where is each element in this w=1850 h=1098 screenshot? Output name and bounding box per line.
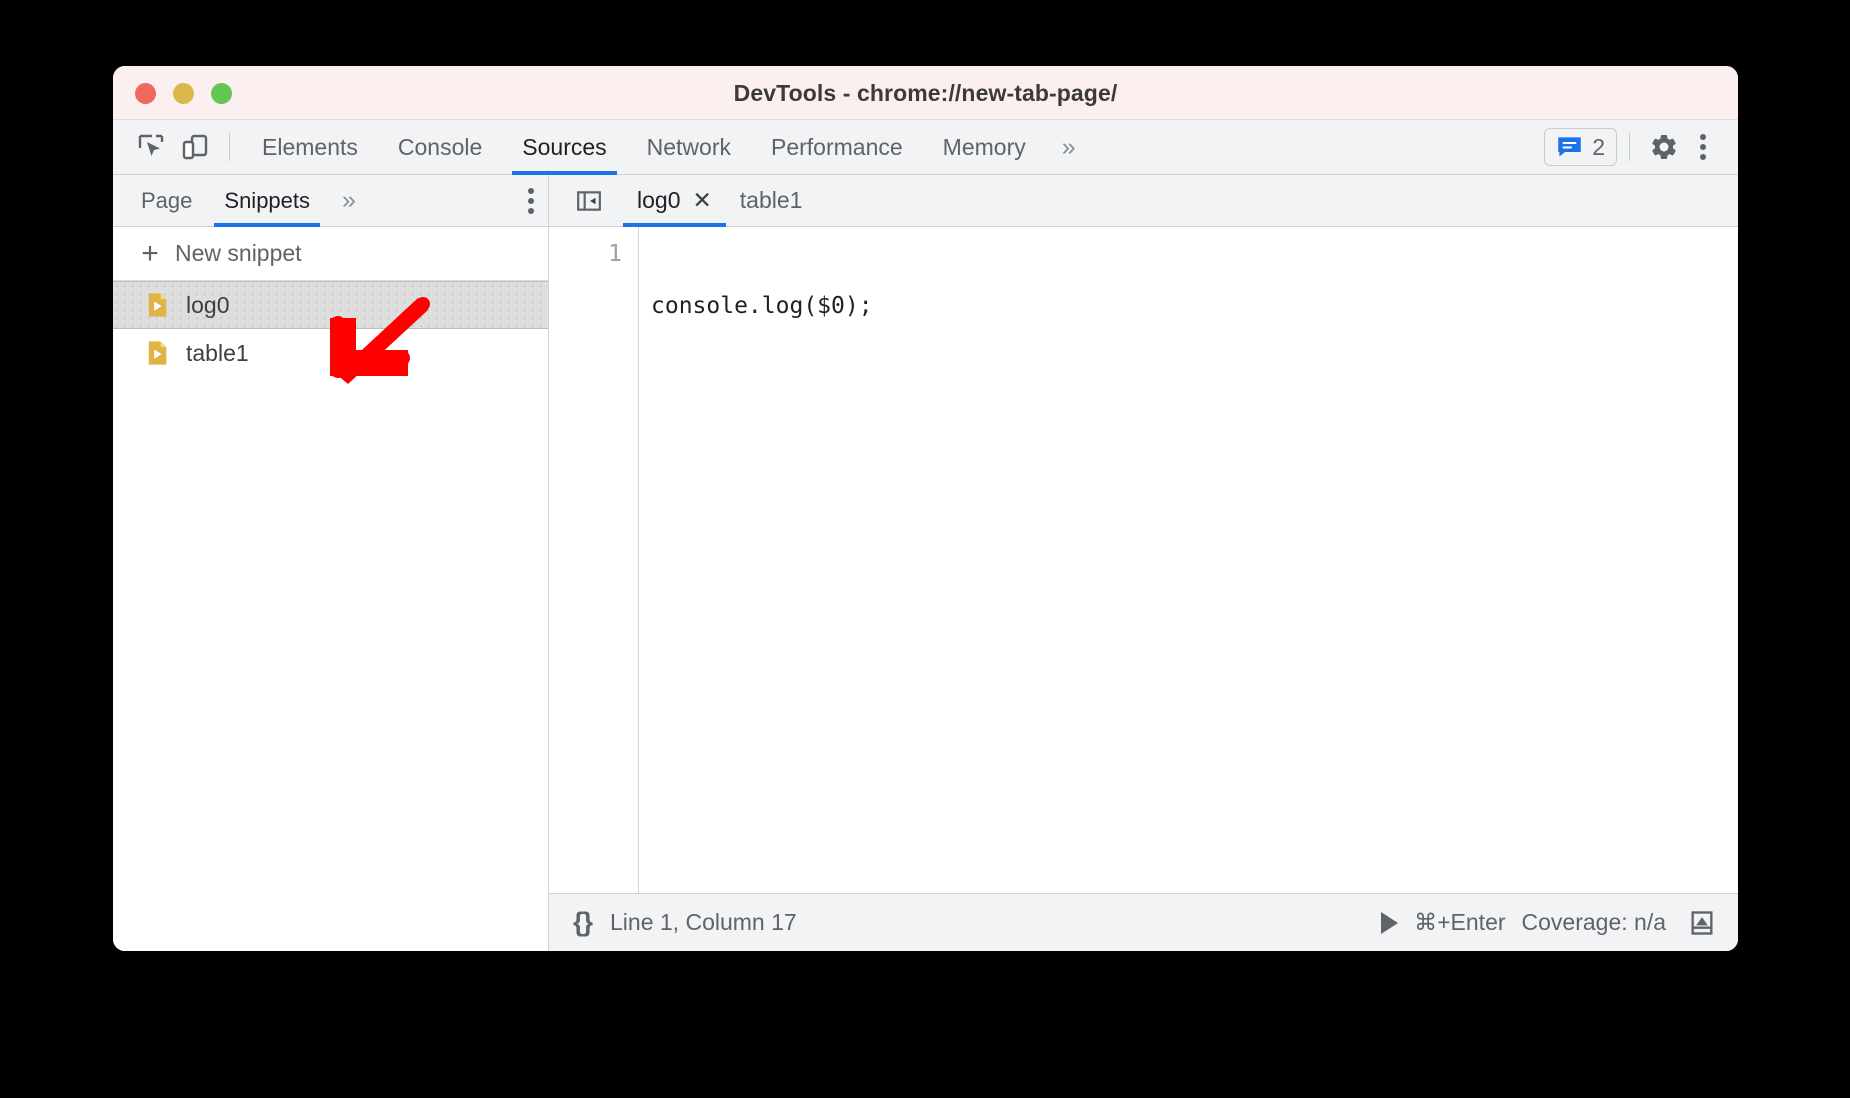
code-line: console.log($0); bbox=[651, 293, 873, 319]
tab-log0-label: log0 bbox=[637, 187, 681, 213]
new-snippet-label: New snippet bbox=[175, 240, 302, 266]
tab-sources-label: Sources bbox=[522, 133, 607, 160]
gear-icon[interactable] bbox=[1642, 125, 1686, 169]
toolbar-divider bbox=[229, 133, 230, 161]
collapse-sidebar-icon[interactable] bbox=[569, 181, 609, 221]
kebab-menu-icon[interactable] bbox=[1686, 124, 1720, 170]
sidebar-item-snippets-label: Snippets bbox=[224, 187, 311, 213]
snippet-file-icon bbox=[148, 341, 167, 365]
tab-log0[interactable]: log0 ✕ bbox=[623, 175, 726, 227]
snippet-name: table1 bbox=[186, 339, 249, 366]
code-editor[interactable]: 1 console.log($0); bbox=[549, 227, 1738, 893]
editor-status-bar: {} Line 1, Column 17 ⌘+Enter Coverage: n… bbox=[549, 893, 1738, 951]
editor-pane: log0 ✕ table1 1 console.log($0); {} Line… bbox=[549, 175, 1738, 951]
cursor-position-label: Line 1, Column 17 bbox=[610, 909, 797, 935]
navigator-tabs: Page Snippets » bbox=[113, 175, 548, 227]
run-shortcut-label: ⌘+Enter bbox=[1414, 909, 1506, 935]
snippet-list: log0 table1 bbox=[113, 281, 548, 951]
snippet-file-icon bbox=[148, 293, 167, 317]
pretty-print-icon[interactable]: {} bbox=[573, 907, 593, 938]
editor-tab-bar: log0 ✕ table1 bbox=[549, 175, 1738, 227]
new-snippet-button[interactable]: + New snippet bbox=[113, 227, 548, 281]
tab-table1[interactable]: table1 bbox=[726, 175, 817, 227]
inspect-element-icon[interactable] bbox=[129, 125, 173, 169]
coverage-label: Coverage: n/a bbox=[1521, 909, 1666, 935]
messages-count: 2 bbox=[1592, 133, 1605, 160]
tab-elements-label: Elements bbox=[262, 133, 358, 160]
drawer-toggle-icon[interactable] bbox=[1682, 903, 1722, 943]
devtools-body: Page Snippets » + New snippet log0 table… bbox=[113, 175, 1738, 951]
sidebar-item-page-label: Page bbox=[141, 187, 193, 213]
devtools-window: DevTools - chrome://new-tab-page/ Elemen… bbox=[113, 66, 1738, 951]
window-title: DevTools - chrome://new-tab-page/ bbox=[733, 79, 1118, 106]
line-number: 1 bbox=[608, 241, 622, 267]
window-titlebar: DevTools - chrome://new-tab-page/ bbox=[113, 66, 1738, 120]
tab-network-label: Network bbox=[646, 133, 731, 160]
more-panels-chevron-icon[interactable]: » bbox=[1046, 134, 1092, 160]
snippet-name: log0 bbox=[186, 291, 230, 318]
tab-console[interactable]: Console bbox=[378, 120, 502, 175]
code-content[interactable]: console.log($0); bbox=[639, 227, 1738, 893]
toolbar-right-group: 2 bbox=[1544, 124, 1738, 170]
tab-network[interactable]: Network bbox=[627, 120, 751, 175]
messages-badge[interactable]: 2 bbox=[1544, 128, 1617, 166]
plus-icon: + bbox=[141, 236, 159, 270]
tab-sources[interactable]: Sources bbox=[502, 120, 626, 175]
tab-performance-label: Performance bbox=[771, 133, 903, 160]
tab-elements[interactable]: Elements bbox=[242, 120, 378, 175]
close-icon[interactable]: ✕ bbox=[692, 189, 711, 212]
list-item[interactable]: table1 bbox=[113, 329, 548, 377]
tab-table1-label: table1 bbox=[739, 187, 803, 213]
more-navigator-tabs-chevron-icon[interactable]: » bbox=[326, 188, 372, 213]
devtools-main-toolbar: Elements Console Sources Network Perform… bbox=[113, 120, 1738, 175]
sidebar-item-page[interactable]: Page bbox=[125, 175, 208, 227]
play-icon[interactable] bbox=[1381, 911, 1399, 934]
sources-navigator-sidebar: Page Snippets » + New snippet log0 table… bbox=[113, 175, 549, 951]
navigator-kebab-menu-icon[interactable] bbox=[514, 178, 548, 224]
tab-memory[interactable]: Memory bbox=[923, 120, 1046, 175]
panel-tabs: Elements Console Sources Network Perform… bbox=[242, 120, 1092, 175]
status-bar-right-group: ⌘+Enter Coverage: n/a bbox=[1381, 903, 1722, 943]
device-toolbar-icon[interactable] bbox=[173, 125, 217, 169]
sidebar-item-snippets[interactable]: Snippets bbox=[208, 175, 326, 227]
tab-performance[interactable]: Performance bbox=[751, 120, 923, 175]
line-number-gutter: 1 bbox=[549, 227, 639, 893]
tab-memory-label: Memory bbox=[942, 133, 1026, 160]
list-item[interactable]: log0 bbox=[113, 281, 548, 329]
message-icon bbox=[1558, 136, 1581, 156]
tab-console-label: Console bbox=[397, 133, 483, 160]
toolbar-divider-2 bbox=[1629, 133, 1630, 161]
